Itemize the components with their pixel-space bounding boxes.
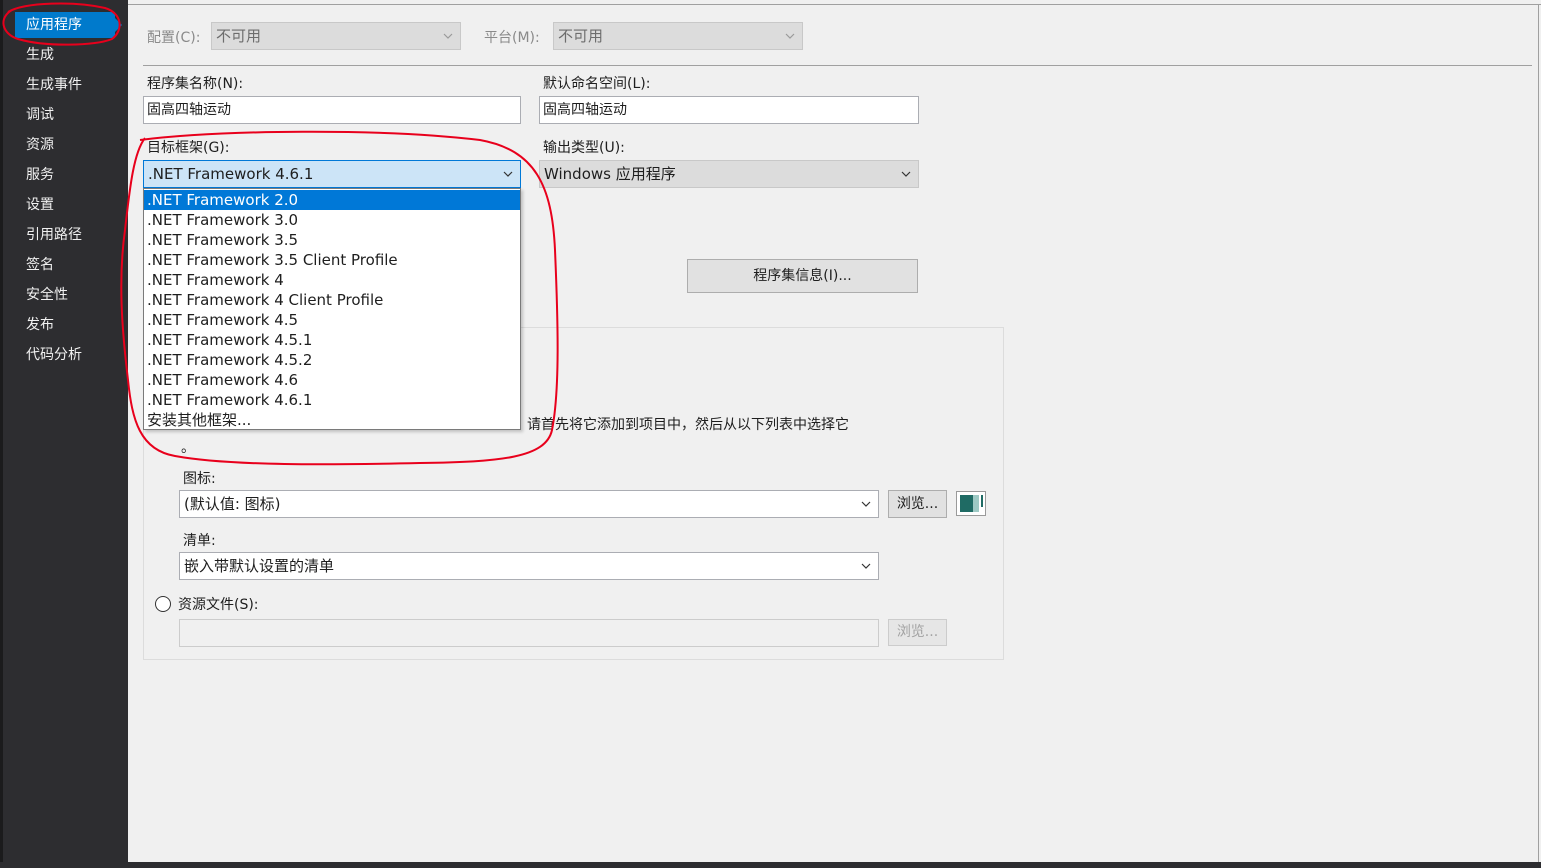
resource-file-label: 资源文件(S): (178, 597, 259, 613)
sidebar-item-security[interactable]: 安全性 (15, 282, 115, 308)
sidebar-item-build[interactable]: 生成 (15, 42, 115, 68)
framework-option[interactable]: .NET Framework 4 Client Profile (144, 290, 520, 310)
sidebar: 应用程序 生成 生成事件 调试 资源 服务 设置 引用路径 签名 安全性 发布 … (0, 0, 128, 868)
sidebar-item-publish[interactable]: 发布 (15, 312, 115, 338)
manifest-select[interactable]: 嵌入带默认设置的清单 (179, 552, 879, 580)
platform-select-value: 不可用 (558, 27, 604, 45)
assembly-info-button[interactable]: 程序集信息(I)... (687, 259, 918, 293)
output-type-value: Windows 应用程序 (544, 165, 676, 183)
sidebar-item-settings[interactable]: 设置 (15, 192, 115, 218)
output-type-select[interactable]: Windows 应用程序 (539, 160, 919, 188)
sidebar-item-code-analysis[interactable]: 代码分析 (15, 342, 115, 368)
toolbar-separator (143, 65, 1532, 66)
config-select-value: 不可用 (216, 27, 262, 45)
assembly-name-input[interactable]: 固高四轴运动 (143, 96, 521, 124)
frame-border-top (128, 4, 1541, 5)
icon-select-value: (默认值: 图标) (184, 495, 281, 513)
framework-option[interactable]: .NET Framework 4 (144, 270, 520, 290)
resources-hint-text: 请首先将它添加到项目中，然后从以下列表中选择它 (527, 417, 849, 433)
framework-option[interactable]: .NET Framework 3.5 (144, 230, 520, 250)
sidebar-item-signing[interactable]: 签名 (15, 252, 115, 278)
chevron-down-icon (783, 23, 797, 49)
config-select: 不可用 (211, 22, 461, 50)
target-framework-value: .NET Framework 4.6.1 (148, 165, 314, 183)
sidebar-item-debug[interactable]: 调试 (15, 102, 115, 128)
chevron-down-icon (859, 553, 873, 579)
sidebar-item-services[interactable]: 服务 (15, 162, 115, 188)
resources-hint-tail: 。 (181, 440, 195, 456)
platform-label: 平台(M): (484, 30, 540, 46)
install-other-frameworks-option[interactable]: 安装其他框架... (144, 410, 520, 430)
framework-option[interactable]: .NET Framework 3.0 (144, 210, 520, 230)
sidebar-item-build-events[interactable]: 生成事件 (15, 72, 115, 98)
output-type-label: 输出类型(U): (543, 140, 625, 156)
resource-file-radio[interactable] (155, 596, 171, 612)
framework-option[interactable]: .NET Framework 4.5.1 (144, 330, 520, 350)
chevron-down-icon (899, 161, 913, 187)
resource-file-browse-button: 浏览... (888, 619, 947, 646)
target-framework-label: 目标框架(G): (147, 140, 230, 156)
manifest-select-value: 嵌入带默认设置的清单 (184, 557, 335, 575)
platform-select: 不可用 (553, 22, 803, 50)
icon-label: 图标: (183, 471, 216, 487)
framework-option[interactable]: .NET Framework 2.0 (144, 190, 520, 210)
manifest-label: 清单: (183, 533, 216, 549)
config-label: 配置(C): (147, 30, 201, 46)
default-namespace-label: 默认命名空间(L): (543, 76, 651, 92)
framework-option[interactable]: .NET Framework 4.6 (144, 370, 520, 390)
framework-option[interactable]: .NET Framework 3.5 Client Profile (144, 250, 520, 270)
framework-option[interactable]: .NET Framework 4.5.2 (144, 350, 520, 370)
default-namespace-input[interactable]: 固高四轴运动 (539, 96, 919, 124)
framework-option[interactable]: .NET Framework 4.6.1 (144, 390, 520, 410)
bottom-bar (0, 862, 1541, 868)
icon-browse-button[interactable]: 浏览... (888, 490, 947, 518)
target-framework-dropdown-list: .NET Framework 2.0 .NET Framework 3.0 .N… (143, 188, 521, 430)
icon-select[interactable]: (默认值: 图标) (179, 490, 879, 518)
resource-file-input (179, 619, 879, 647)
chevron-down-icon (441, 23, 455, 49)
target-framework-select[interactable]: .NET Framework 4.6.1 (143, 160, 521, 188)
app-icon-preview (956, 491, 986, 516)
sidebar-item-resources[interactable]: 资源 (15, 132, 115, 158)
chevron-down-icon (501, 161, 515, 187)
sidebar-item-reference-paths[interactable]: 引用路径 (15, 222, 115, 248)
frame-border-right (1538, 4, 1539, 864)
chevron-down-icon (859, 491, 873, 517)
sidebar-item-application[interactable]: 应用程序 (15, 12, 122, 38)
framework-option[interactable]: .NET Framework 4.5 (144, 310, 520, 330)
assembly-name-label: 程序集名称(N): (147, 76, 244, 92)
